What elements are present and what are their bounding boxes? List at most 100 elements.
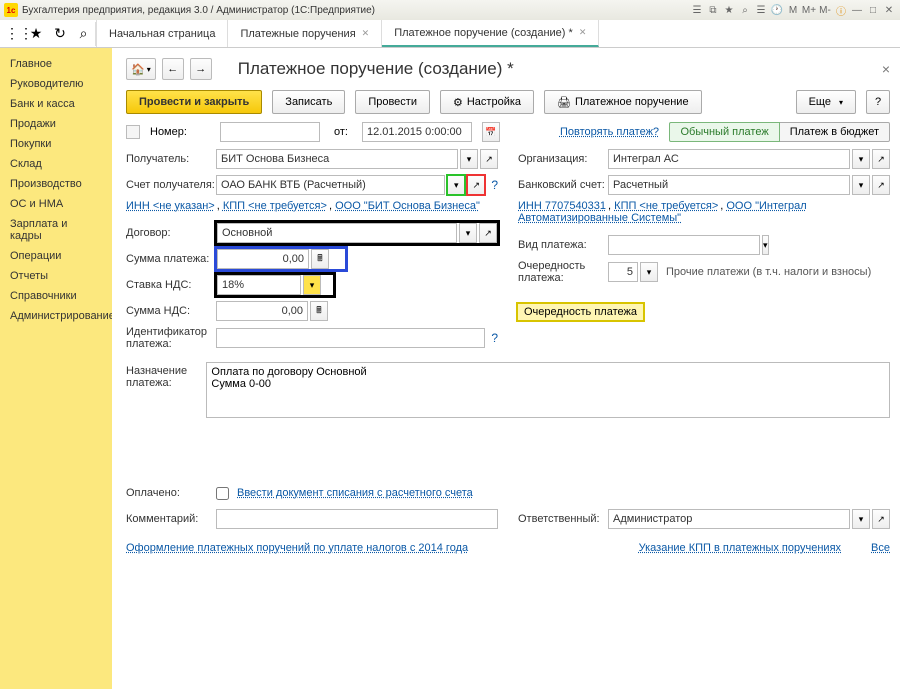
- open-icon[interactable]: ↗: [480, 149, 498, 169]
- mode-budget[interactable]: Платеж в бюджет: [780, 122, 890, 142]
- close-form-icon[interactable]: ×: [882, 61, 890, 77]
- vat-sum-input[interactable]: [216, 301, 308, 321]
- payer-id-input[interactable]: [216, 328, 485, 348]
- tool-icon[interactable]: ⧉: [706, 3, 720, 17]
- contract-label: Договор:: [126, 227, 216, 239]
- tab-payments-list[interactable]: Платежные поручения✕: [228, 20, 382, 47]
- sidebar-item[interactable]: Отчеты: [0, 266, 112, 286]
- dropdown-icon[interactable]: ▾: [640, 262, 658, 282]
- tool-icon[interactable]: M+: [802, 3, 816, 17]
- tool-icon[interactable]: ⌕: [738, 3, 752, 17]
- tool-icon[interactable]: ⓘ: [834, 3, 848, 17]
- help-icon[interactable]: ?: [491, 178, 498, 192]
- purpose-textarea[interactable]: [206, 362, 890, 418]
- sidebar-item[interactable]: Главное: [0, 54, 112, 74]
- organization-input[interactable]: [608, 149, 850, 169]
- dropdown-icon[interactable]: ▾: [460, 149, 478, 169]
- tab-close-icon[interactable]: ✕: [579, 27, 587, 38]
- sidebar-item[interactable]: Производство: [0, 174, 112, 194]
- priority-hint: Прочие платежи (в т.ч. налоги и взносы): [666, 266, 871, 278]
- tab-payment-create[interactable]: Платежное поручение (создание) *✕: [382, 20, 599, 47]
- minimize-icon[interactable]: —: [850, 3, 864, 17]
- dropdown-icon[interactable]: ▾: [852, 149, 870, 169]
- number-label: Номер:: [150, 126, 210, 138]
- grid-icon[interactable]: ⋮⋮⋮: [0, 22, 24, 46]
- payment-type-input[interactable]: [608, 235, 760, 255]
- search-icon[interactable]: ⌕: [72, 22, 96, 46]
- tab-start[interactable]: Начальная страница: [97, 20, 228, 47]
- help-icon[interactable]: ?: [491, 331, 498, 345]
- sidebar-item[interactable]: Склад: [0, 154, 112, 174]
- close-icon[interactable]: ✕: [882, 3, 896, 17]
- organization-label: Организация:: [518, 153, 608, 165]
- kpp-link[interactable]: КПП <не требуется>: [223, 200, 327, 212]
- dropdown-icon[interactable]: ▾: [447, 175, 465, 195]
- tool-icon[interactable]: 🕐: [770, 3, 784, 17]
- sidebar-item[interactable]: Покупки: [0, 134, 112, 154]
- open-icon[interactable]: ↗: [872, 175, 890, 195]
- calc-icon[interactable]: 🖩: [311, 249, 329, 269]
- open-icon[interactable]: ↗: [872, 149, 890, 169]
- sidebar-item[interactable]: Операции: [0, 246, 112, 266]
- priority-input[interactable]: [608, 262, 638, 282]
- tab-close-icon[interactable]: ✕: [362, 28, 370, 39]
- calendar-icon[interactable]: 📅: [482, 122, 500, 142]
- dropdown-icon[interactable]: ▾: [852, 509, 870, 529]
- tool-icon[interactable]: ★: [722, 3, 736, 17]
- settings-button[interactable]: ⚙Настройка: [440, 90, 534, 114]
- post-and-close-button[interactable]: Провести и закрыть: [126, 90, 262, 114]
- vat-rate-input[interactable]: [217, 275, 301, 295]
- org-link[interactable]: ООО "БИТ Основа Бизнеса": [335, 200, 480, 212]
- contract-input[interactable]: [217, 223, 457, 243]
- history-icon[interactable]: ↻: [48, 22, 72, 46]
- star-icon[interactable]: ★: [24, 22, 48, 46]
- recipient-input[interactable]: [216, 149, 458, 169]
- recipient-label: Получатель:: [126, 153, 216, 165]
- repeat-link[interactable]: Повторять платеж?: [560, 126, 659, 138]
- open-icon[interactable]: ↗: [467, 175, 485, 195]
- sidebar-item[interactable]: ОС и НМА: [0, 194, 112, 214]
- responsible-input[interactable]: [608, 509, 850, 529]
- dropdown-icon[interactable]: ▾: [303, 275, 321, 295]
- more-button[interactable]: Еще: [796, 90, 856, 114]
- inn-link[interactable]: ИНН <не указан>: [126, 200, 215, 212]
- comment-input[interactable]: [216, 509, 498, 529]
- write-button[interactable]: Записать: [272, 90, 345, 114]
- calc-icon[interactable]: 🖩: [310, 301, 328, 321]
- dropdown-icon[interactable]: ▾: [852, 175, 870, 195]
- post-button[interactable]: Провести: [355, 90, 430, 114]
- print-button[interactable]: 🖨Платежное поручение: [544, 90, 702, 114]
- sidebar-item[interactable]: Продажи: [0, 114, 112, 134]
- home-button[interactable]: 🏠: [126, 58, 156, 80]
- sidebar-item[interactable]: Руководителю: [0, 74, 112, 94]
- maximize-icon[interactable]: □: [866, 3, 880, 17]
- tool-icon[interactable]: ☰: [690, 3, 704, 17]
- help-button[interactable]: ?: [866, 90, 890, 114]
- open-icon[interactable]: ↗: [872, 509, 890, 529]
- recipient-account-input[interactable]: [216, 175, 445, 195]
- sidebar-item[interactable]: Администрирование: [0, 306, 112, 326]
- sidebar-item[interactable]: Справочники: [0, 286, 112, 306]
- tool-icon[interactable]: M-: [818, 3, 832, 17]
- all-link[interactable]: Все: [871, 542, 890, 554]
- inn-link[interactable]: ИНН 7707540331: [518, 200, 606, 212]
- dropdown-icon[interactable]: ▾: [459, 223, 477, 243]
- enter-writeoff-link[interactable]: Ввести документ списания с расчетного сч…: [237, 487, 473, 499]
- paid-checkbox[interactable]: [216, 487, 229, 500]
- tax-note-link[interactable]: Оформление платежных поручений по уплате…: [126, 542, 468, 554]
- amount-input[interactable]: [217, 249, 309, 269]
- kpp-link[interactable]: КПП <не требуется>: [614, 200, 718, 212]
- back-button[interactable]: ←: [162, 58, 184, 80]
- dropdown-icon[interactable]: ▾: [762, 235, 769, 255]
- number-input[interactable]: [220, 122, 320, 142]
- date-input[interactable]: [362, 122, 472, 142]
- sidebar-item[interactable]: Зарплата и кадры: [0, 214, 112, 246]
- kpp-note-link[interactable]: Указание КПП в платежных поручениях: [639, 542, 841, 554]
- sidebar-item[interactable]: Банк и касса: [0, 94, 112, 114]
- mode-ordinary[interactable]: Обычный платеж: [669, 122, 779, 142]
- bank-account-input[interactable]: [608, 175, 850, 195]
- forward-button[interactable]: →: [190, 58, 212, 80]
- open-icon[interactable]: ↗: [479, 223, 497, 243]
- tool-icon[interactable]: M: [786, 3, 800, 17]
- tool-icon[interactable]: ☰: [754, 3, 768, 17]
